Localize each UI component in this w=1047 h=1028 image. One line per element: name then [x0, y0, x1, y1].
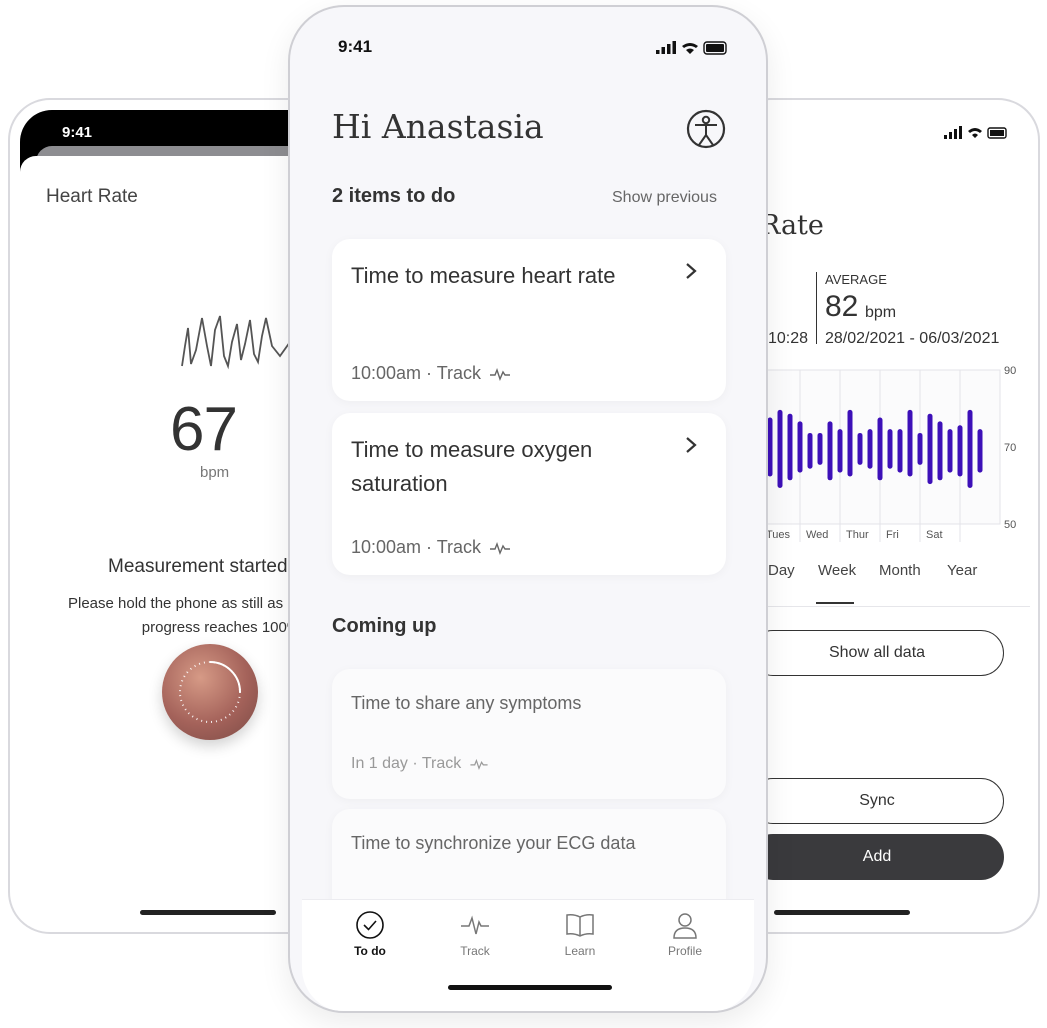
progress-orb — [162, 644, 258, 740]
todo-screen: 9:41 Hi Anastasia 2 items to do Show pre… — [288, 5, 768, 1013]
tab-track[interactable]: Track — [435, 910, 515, 958]
coming-up-heading: Coming up — [332, 615, 437, 637]
date-range: 28/02/2021 - 06/03/2021 — [825, 330, 1000, 347]
status-icons — [656, 41, 727, 55]
greeting-title: Hi Anastasia — [332, 107, 544, 146]
status-time: 9:41 — [62, 124, 93, 141]
pulse-icon — [461, 915, 489, 935]
card-title: Time to share any symptoms — [351, 693, 582, 713]
y-tick-label: 90 — [1004, 366, 1016, 377]
bpm-value: 67 — [170, 395, 238, 464]
home-indicator — [140, 910, 276, 915]
x-tick-label: Wed — [806, 529, 828, 541]
tab-learn[interactable]: Learn — [540, 910, 620, 958]
x-tick-label: Sat — [926, 529, 943, 541]
card-meta-text: 10:00am · Track — [351, 363, 482, 383]
card-meta: In 1 day · Track — [351, 755, 489, 773]
latest-time: 10:28 — [768, 330, 809, 347]
chevron-right-icon — [684, 261, 698, 287]
card-meta: 10:00am · Track — [351, 537, 511, 558]
todo-card-heart-rate[interactable]: Time to measure heart rate 10:00am · Tra… — [332, 239, 726, 401]
period-tabs: Day Week Month Year — [760, 562, 1030, 607]
measurement-status-title: Measurement started — [108, 556, 288, 577]
screen-title: Rate — [760, 210, 824, 241]
status-icons — [944, 126, 1007, 139]
bpm-unit: bpm — [200, 464, 230, 481]
average-value: 82 — [825, 290, 859, 323]
tab-label: Track — [460, 944, 490, 958]
pulse-icon — [470, 758, 488, 770]
card-title: Time to measure heart rate — [351, 263, 616, 288]
tab-label: Profile — [667, 944, 702, 958]
heart-rate-chart: 90 70 50 Tues Wed Thur Fri Sat — [760, 366, 1016, 542]
todo-card-oxygen[interactable]: Time to measure oxygen saturation 10:00a… — [332, 413, 726, 575]
card-title: Time to synchronize your ECG data — [351, 833, 636, 853]
home-indicator — [774, 910, 910, 915]
average-unit: bpm — [865, 304, 897, 321]
tab-to-do[interactable]: To do — [330, 910, 410, 958]
status-time: 9:41 — [338, 37, 373, 56]
screen-title: Heart Rate — [46, 186, 138, 207]
tab-label: To do — [354, 944, 386, 958]
pulse-icon — [490, 541, 511, 555]
add-button[interactable]: Add — [750, 834, 1004, 880]
tab-week[interactable]: Week — [818, 562, 856, 579]
show-previous-link[interactable]: Show previous — [612, 189, 717, 207]
tab-year[interactable]: Year — [947, 562, 977, 579]
x-tick-label: Thur — [846, 529, 869, 541]
tab-month[interactable]: Month — [879, 562, 921, 579]
progress-ring-icon — [179, 661, 241, 723]
check-circle-icon — [356, 911, 384, 939]
home-indicator — [448, 985, 612, 990]
average-label: AVERAGE — [825, 272, 887, 287]
card-meta-text: In 1 day · Track — [351, 755, 462, 772]
show-all-data-button[interactable]: Show all data — [750, 630, 1004, 676]
pulse-icon — [490, 367, 511, 381]
profile-logo-icon[interactable] — [686, 109, 726, 149]
x-tick-label: Fri — [886, 529, 899, 541]
book-icon — [566, 914, 594, 937]
y-tick-label: 50 — [1004, 519, 1016, 531]
active-tab-indicator — [816, 602, 854, 604]
y-tick-label: 70 — [1004, 442, 1016, 454]
heart-rate-history-screen: Rate AVERAGE 82 bpm 10:28 28/02/2021 - 0… — [728, 98, 1040, 934]
card-meta: 10:00am · Track — [351, 363, 511, 384]
chevron-right-icon — [684, 435, 698, 461]
todo-count-heading: 2 items to do — [332, 185, 456, 207]
person-icon — [673, 913, 697, 939]
tab-day[interactable]: Day — [768, 562, 795, 579]
upcoming-card-symptoms[interactable]: Time to share any symptoms In 1 day · Tr… — [332, 669, 726, 799]
sync-button[interactable]: Sync — [750, 778, 1004, 824]
card-meta-text: 10:00am · Track — [351, 537, 482, 557]
card-title: Time to measure oxygen saturation — [351, 437, 593, 496]
tab-profile[interactable]: Profile — [645, 910, 725, 958]
bottom-tab-bar: To do Track Learn Profile — [302, 899, 754, 1011]
divider — [816, 272, 817, 344]
x-tick-label: Tues — [766, 529, 791, 541]
tab-label: Learn — [564, 944, 596, 958]
